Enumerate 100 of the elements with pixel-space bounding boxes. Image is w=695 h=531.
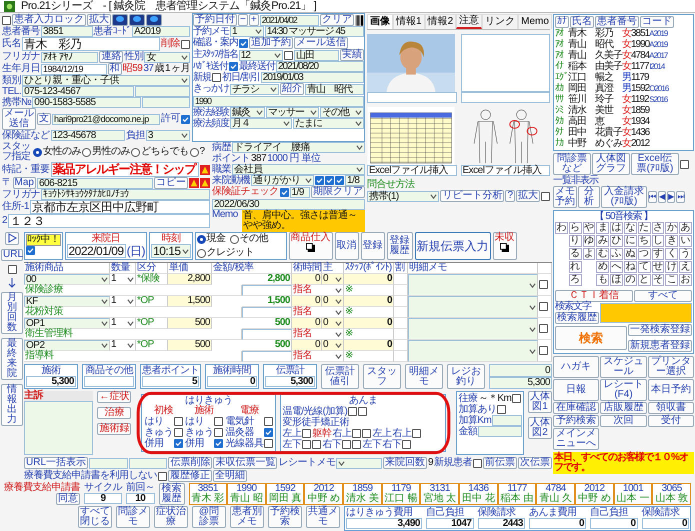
column-header[interactable]: コード <box>640 16 674 28</box>
caption-field[interactable] <box>460 92 550 103</box>
shortcut-button[interactable]: 共通メモ <box>306 506 340 528</box>
number-cell[interactable]: 4784 <box>631 50 650 61</box>
kana-key[interactable]: か <box>665 222 678 234</box>
sex-cell[interactable]: 男 <box>622 83 631 94</box>
code-cell[interactable]: A2019 <box>649 40 668 49</box>
button[interactable]: 在庫確認 <box>553 402 600 414</box>
checkbox[interactable] <box>214 417 224 426</box>
button[interactable]: 問診票など <box>553 153 591 175</box>
name-cell[interactable]: 高田 恵 <box>568 116 604 127</box>
input-field[interactable] <box>478 426 522 437</box>
dropdown[interactable]: KF <box>24 296 110 307</box>
checkbox[interactable] <box>174 417 183 426</box>
link-button[interactable]: 治療 <box>97 407 132 419</box>
dropdown[interactable]: 1 <box>110 296 136 307</box>
button[interactable]: プリンター選択 <box>648 356 694 378</box>
input-field[interactable] <box>492 415 522 426</box>
kana-key[interactable]: ろ <box>568 274 582 286</box>
button[interactable]: 情報出力 <box>1 384 23 426</box>
kana-key[interactable]: あ <box>679 222 692 234</box>
kana-key[interactable]: し <box>652 235 664 247</box>
checkbox[interactable] <box>302 440 312 449</box>
checkbox[interactable] <box>539 324 548 333</box>
warning-icon[interactable] <box>200 178 210 188</box>
button[interactable]: ? <box>505 190 515 202</box>
checkbox[interactable] <box>2 16 11 24</box>
button[interactable]: 店販履歴 <box>600 402 647 414</box>
dropdown[interactable]: 会社員 <box>232 164 365 175</box>
code-cell[interactable]: O2016 <box>649 84 668 93</box>
kana-key[interactable]: お <box>679 274 692 286</box>
input-field[interactable]: ｷｮｳﾄｼｻｷｮｳｸﾀﾅｶﾋﾛﾉﾁｮｳ <box>41 189 210 200</box>
kana-key[interactable]: え <box>679 261 692 273</box>
dropdown[interactable]: 1 <box>110 340 136 351</box>
input-field[interactable] <box>134 86 190 97</box>
radio-button[interactable] <box>33 148 42 156</box>
nav-button[interactable]: ⏭ <box>676 191 686 203</box>
shortcut-button[interactable]: @問診票 <box>192 506 226 528</box>
kana-cell[interactable]: ｱｵ <box>555 28 563 39</box>
checkbox[interactable] <box>680 160 689 168</box>
kana-key[interactable]: や <box>582 222 596 234</box>
recent-patient[interactable]: 稲本 由 <box>498 494 536 504</box>
dropdown[interactable]: マッサー <box>266 107 319 118</box>
kana-key[interactable]: く <box>665 248 678 260</box>
input-field[interactable] <box>142 97 190 108</box>
checkbox[interactable] <box>325 176 334 185</box>
name-cell[interactable]: 田中 花貴子 <box>568 127 622 138</box>
search-field[interactable] <box>600 303 692 323</box>
shortcut-button[interactable]: 問診メモ <box>116 506 150 528</box>
button[interactable]: 文 <box>37 113 51 125</box>
kana-key[interactable]: へ <box>610 261 623 273</box>
warning-icon[interactable] <box>189 178 199 188</box>
recent-patient[interactable]: 青山 昭 <box>228 494 265 504</box>
button[interactable]: 伝票計値引 <box>321 364 359 389</box>
column-header[interactable]: 患者番号 <box>595 16 639 28</box>
number-cell[interactable]: 1592 <box>631 83 650 94</box>
checkbox[interactable] <box>158 472 167 480</box>
kana-key[interactable]: よ <box>582 248 596 260</box>
button[interactable]: 前伝票 <box>483 457 517 469</box>
input-field[interactable]: 2021/04/02 <box>260 14 319 26</box>
button[interactable]: リピート分析 <box>440 190 504 202</box>
sex-cell[interactable]: 女 <box>622 116 631 127</box>
button[interactable]: Map <box>12 177 36 189</box>
kana-key[interactable]: に <box>624 235 637 247</box>
button[interactable]: 商品仕入 <box>288 232 333 260</box>
button[interactable]: 明細メモ <box>405 364 443 389</box>
dropdown[interactable]: チラシ <box>230 84 279 94</box>
kana-cell[interactable]: ｲﾅ <box>555 61 563 72</box>
play-button[interactable] <box>5 232 19 245</box>
button[interactable]: ハガキ <box>553 356 600 378</box>
name-cell[interactable]: 稲本 由美子 <box>568 61 622 72</box>
kana-key[interactable]: の <box>624 274 637 286</box>
checkbox[interactable] <box>229 62 238 71</box>
input-field[interactable]: ｱｵｷ ｱﾔﾉ <box>41 52 98 62</box>
kana-key[interactable]: き <box>665 235 678 247</box>
checkbox[interactable] <box>348 407 358 416</box>
dropdown[interactable]: OP2 <box>24 340 110 351</box>
dropdown[interactable]: 通りがかり <box>251 175 314 186</box>
button[interactable]: 新規患者登録 <box>628 340 692 352</box>
checkbox[interactable] <box>264 428 274 437</box>
button[interactable]: 拡大 <box>87 14 111 26</box>
kana-key[interactable]: ち <box>638 235 651 247</box>
button[interactable]: 和 <box>108 63 122 75</box>
memo-field[interactable] <box>408 274 538 296</box>
input-field[interactable]: 14:30 マッサージ 45 <box>264 26 364 37</box>
kana-key[interactable]: ぬ <box>624 248 637 260</box>
checkbox[interactable] <box>541 192 550 200</box>
kana-key[interactable]: ひ <box>610 235 623 247</box>
dropdown[interactable]: 指名 <box>292 351 344 362</box>
kana-key[interactable]: め <box>596 261 610 273</box>
kana-key[interactable]: ふ <box>610 248 623 260</box>
checkbox[interactable] <box>497 405 506 414</box>
kana-key[interactable]: て <box>638 261 651 273</box>
name-cell[interactable]: 青山 昭代 <box>568 39 613 50</box>
button[interactable]: 分析 <box>578 186 600 208</box>
checkbox[interactable] <box>352 440 362 449</box>
kana-key[interactable]: た <box>638 222 651 234</box>
dropdown[interactable]: ひとり親・重心・子供 <box>22 75 190 86</box>
dropdown[interactable]: 携帯(1) <box>367 190 440 202</box>
button[interactable]: 紹介 <box>280 83 304 95</box>
